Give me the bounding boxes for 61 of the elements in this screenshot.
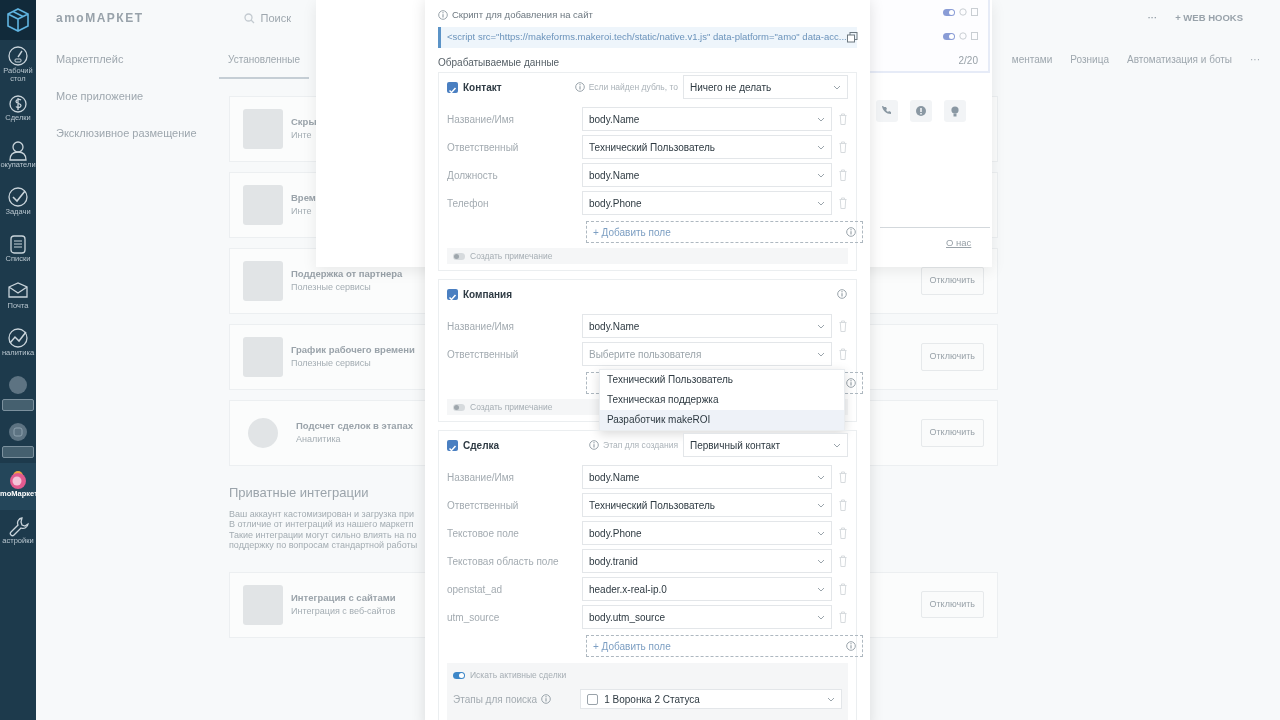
select-field[interactable]: body.Name [582, 163, 832, 187]
select-field[interactable]: Технический Пользователь [582, 493, 832, 517]
field-label: utm_source [447, 610, 501, 625]
field-label: Название/Имя [447, 319, 515, 334]
card-title: Поддержка от партнера [291, 267, 403, 282]
select-field[interactable]: Ничего не делать [683, 75, 848, 99]
toggle-label: Искать активные сделки [470, 668, 567, 682]
select-field[interactable]: body.Phone [582, 521, 832, 545]
script-label: Скрипт для добавления на сайт [452, 8, 593, 22]
card-title: Скры [291, 115, 317, 130]
section-heading: Приватные интеграции [229, 484, 369, 502]
select-field[interactable]: body.utm_source [582, 605, 832, 629]
select-field[interactable]: Технический Пользователь [582, 135, 832, 159]
field-label: Название/Имя [447, 470, 515, 485]
description-text: Ваш аккаунт кастомизирован и загрузка при [229, 508, 415, 519]
description-text: поддержку по вопросам стандартной работы [229, 540, 418, 551]
select-field[interactable]: body.Phone [582, 191, 832, 215]
app-logo: amoМАРКЕТ [56, 10, 144, 27]
description-text: В отличие от интеграций из нашего маркетп [229, 519, 414, 530]
card-title: Врем [291, 191, 316, 206]
field-label: openstat_ad [447, 582, 504, 597]
card-subtitle: Инте [291, 129, 312, 143]
card-subtitle: Аналитика [296, 433, 341, 447]
dropdown-option[interactable]: Техническая поддержка [600, 390, 844, 410]
toggle-label: Создать примечание [470, 400, 553, 414]
toggle-label: Создать примечание [470, 249, 553, 263]
section-name: Контакт [463, 80, 502, 95]
card-subtitle: Полезные сервисы [291, 281, 371, 295]
select-field[interactable]: body.Name [582, 314, 832, 338]
description-text: Такие интеграции могут сильно влиять на по [229, 529, 417, 540]
select-field[interactable]: 1 Воронка 2 Статуса [580, 689, 842, 709]
card-subtitle: Полезные сервисы [291, 357, 371, 371]
select-field[interactable]: header.x-real-ip.0 [582, 577, 832, 601]
field-label: Этапы для поиска [453, 692, 538, 707]
field-label: Телефон [447, 196, 490, 211]
section-name: Сделка [463, 438, 500, 453]
field-label: Ответственный [447, 140, 520, 155]
card-title: Подсчет сделок в этапах [296, 419, 413, 434]
card-subtitle: Интеграция с веб-сайтов [291, 604, 396, 618]
select-field[interactable]: body.Name [582, 107, 832, 131]
field-label: Ответственный [447, 498, 520, 513]
select-field[interactable]: body.Name [582, 465, 832, 489]
script-code: <script src="https://makeforms.makeroi.tech/static/native.v1.js" data-platform="amo" data-acc... [447, 30, 847, 45]
option-label: Этап для создания [603, 438, 678, 452]
select-field[interactable]: body.tranid [582, 549, 832, 573]
select-field[interactable]: Первичный контакт [683, 433, 848, 457]
search-field[interactable]: Поиск [258, 8, 339, 28]
card-subtitle: Инте [291, 205, 312, 219]
field-label: Ответственный [447, 347, 520, 362]
field-label: Должность [447, 168, 499, 183]
section-title: Обрабатываемые данные [438, 57, 561, 69]
dropdown-option[interactable]: Разработчик makeROI [600, 410, 844, 430]
dropdown-option[interactable]: Технический Пользователь [600, 370, 844, 390]
option-label: Если найден дубль, то [588, 80, 678, 94]
field-label: Название/Имя [447, 112, 515, 127]
counter-text: 2/20 [958, 53, 978, 68]
section-name: Компания [463, 287, 513, 302]
card-title: Интеграция с сайтами [291, 590, 396, 605]
field-label: Текстовое поле [447, 526, 520, 541]
card-title: График рабочего времени [291, 343, 415, 358]
field-label: Текстовая область поле [447, 554, 560, 569]
